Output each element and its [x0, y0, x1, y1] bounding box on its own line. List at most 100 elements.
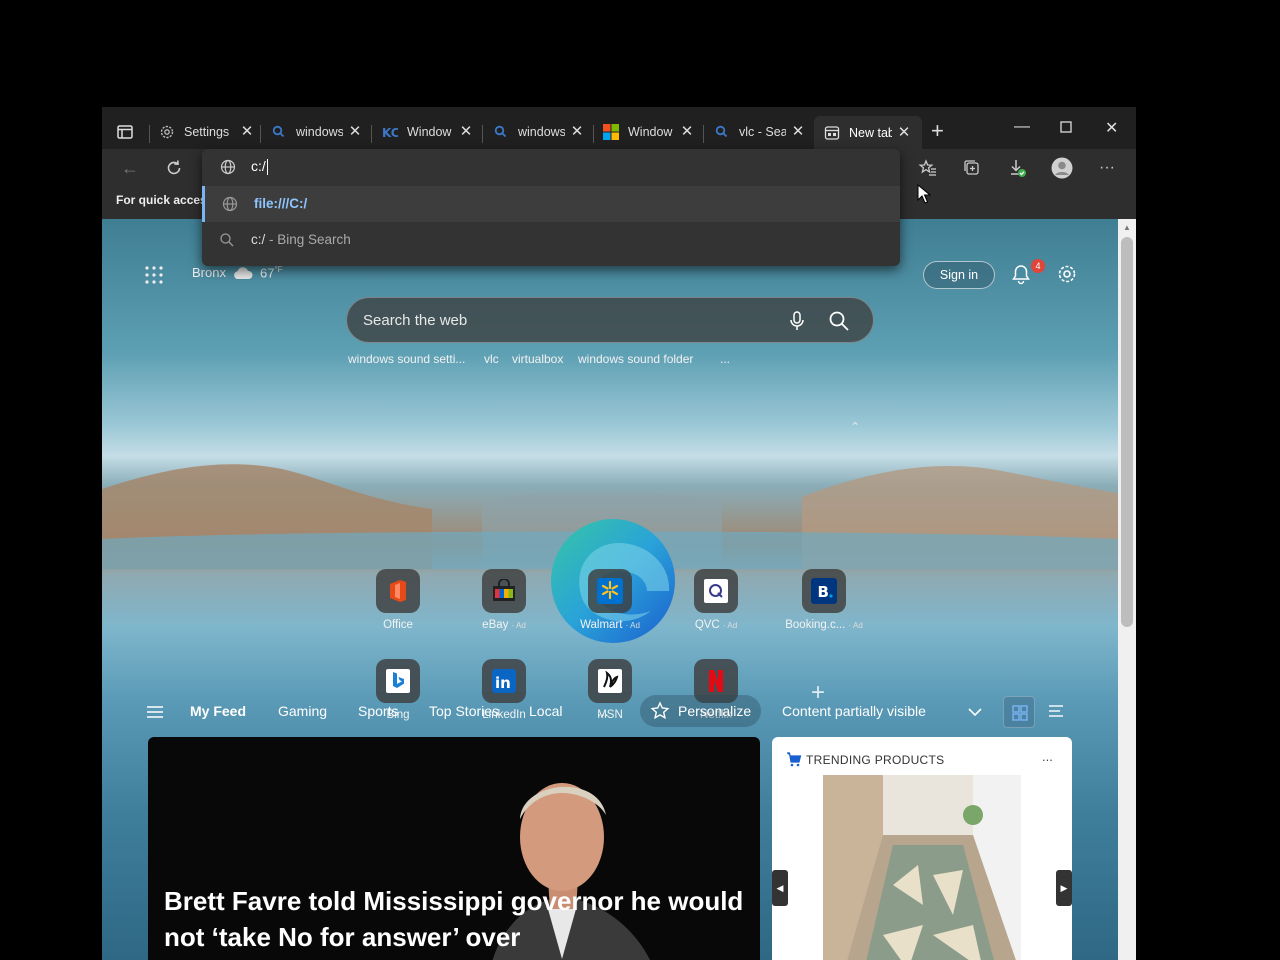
tab-windows-microsoft[interactable]: Window ✕ [603, 120, 695, 144]
tab-windows-search-1[interactable]: windows ✕ [271, 120, 363, 144]
new-tab-page: Bronx 67°F Sign in 4 Search the web wind… [102, 219, 1118, 960]
scrollbar-thumb[interactable] [1121, 237, 1133, 627]
product-image [823, 775, 1021, 960]
tab-strip: Settings ✕ windows ✕ KC Window ✕ windows… [102, 107, 1136, 149]
back-icon[interactable]: ← [119, 157, 141, 179]
trending-search-link[interactable]: windows sound setti... [348, 352, 465, 366]
downloads-icon[interactable] [1006, 157, 1028, 179]
newtab-icon [824, 125, 840, 140]
trending-search-link[interactable]: windows sound folder [578, 352, 693, 366]
grid-view-button[interactable] [1003, 696, 1035, 728]
microphone-icon[interactable] [787, 310, 807, 332]
minimize-icon[interactable]: — [1014, 118, 1030, 136]
text-caret [266, 159, 268, 176]
notification-count-badge: 4 [1031, 259, 1045, 273]
cloud-icon [234, 266, 253, 279]
tab-separator [703, 125, 704, 143]
chevron-down-icon[interactable] [968, 707, 982, 717]
address-bar[interactable]: c:/ file:///C:/ c:/ - Bing Search [202, 149, 900, 266]
weather-widget[interactable]: Bronx 67°F [192, 265, 283, 280]
tab-new-tab[interactable]: New tab ✕ [814, 116, 922, 149]
tab-settings[interactable]: Settings ✕ [159, 120, 255, 144]
tab-vlc-search[interactable]: vlc - Sea ✕ [714, 120, 806, 144]
quicklink-ebay[interactable]: eBay · Ad [459, 569, 549, 631]
feed-tab-local[interactable]: Local [529, 703, 562, 719]
card-more-button[interactable]: ... [1042, 749, 1053, 764]
address-input-row[interactable]: c:/ [202, 149, 900, 185]
tab-title: vlc - Sea [739, 125, 786, 139]
kc-logo-icon: KC [382, 126, 398, 140]
trending-search-link[interactable]: virtualbox [512, 352, 563, 366]
feed-tab-gaming[interactable]: Gaming [278, 703, 327, 719]
hamburger-menu-icon[interactable] [146, 704, 164, 720]
quicklink-qvc[interactable]: QVC · Ad [671, 569, 761, 631]
refresh-icon[interactable] [163, 157, 185, 179]
quicklink-walmart[interactable]: Walmart · Ad [565, 569, 655, 631]
close-tab-icon[interactable]: ✕ [569, 124, 585, 140]
weather-temperature: 67 [259, 265, 275, 281]
ad-label: · Ad [511, 621, 526, 630]
new-tab-button[interactable]: + [931, 120, 944, 142]
favorites-icon[interactable] [917, 157, 939, 179]
suggestion-bing-search[interactable]: c:/ - Bing Search [202, 222, 900, 258]
close-tab-icon[interactable]: ✕ [790, 124, 806, 140]
quicklink-booking[interactable]: B Booking.c... · Ad [776, 569, 872, 631]
gear-icon [160, 125, 174, 139]
apps-launcher-icon[interactable] [144, 265, 164, 285]
page-settings-gear-icon[interactable] [1056, 263, 1078, 285]
carousel-prev-button[interactable]: ◀ [772, 870, 788, 906]
sign-in-button[interactable]: Sign in [923, 261, 995, 289]
more-menu-icon[interactable]: ··· [1096, 157, 1118, 179]
news-card[interactable]: Brett Favre told Mississippi governor he… [148, 737, 760, 960]
feed-tab-top-stories[interactable]: Top Stories [429, 703, 499, 719]
quicklink-label: Office [383, 619, 413, 631]
news-headline[interactable]: Brett Favre told Mississippi governor he… [164, 883, 744, 955]
list-view-button[interactable] [1040, 696, 1072, 728]
trending-more-button[interactable]: ... [720, 352, 730, 366]
feed-more-button[interactable]: ... [597, 703, 609, 719]
tab-windows-search-2[interactable]: windows ✕ [493, 120, 585, 144]
tab-windows-kc[interactable]: KC Window ✕ [382, 120, 474, 144]
address-input-value[interactable]: c:/ [251, 158, 266, 174]
content-visibility-label[interactable]: Content partially visible [782, 703, 926, 719]
scroll-up-arrow-icon[interactable]: ▲ [1123, 223, 1131, 232]
close-tab-icon[interactable]: ✕ [458, 124, 474, 140]
carousel-next-button[interactable]: ▶ [1056, 870, 1072, 906]
trending-products-card[interactable]: TRENDING PRODUCTS ... ◀ ▶ [772, 737, 1072, 960]
feed-tab-sports[interactable]: Sports [358, 703, 398, 719]
globe-icon [222, 196, 238, 212]
search-icon[interactable] [827, 309, 851, 333]
maximize-icon[interactable] [1060, 121, 1072, 133]
ad-label: · Ad [722, 621, 738, 630]
tab-actions-icon[interactable] [114, 121, 136, 143]
tab-title: windows [518, 125, 565, 139]
close-tab-icon[interactable]: ✕ [239, 124, 255, 140]
tab-separator [371, 125, 372, 143]
notifications-bell-icon[interactable] [1010, 263, 1032, 285]
suggestion-file-url[interactable]: file:///C:/ [202, 186, 900, 222]
suggestion-text: file:///C:/ [254, 196, 308, 211]
mouse-cursor-icon [917, 184, 931, 204]
close-tab-icon[interactable]: ✕ [679, 124, 695, 140]
tab-separator [149, 125, 150, 143]
close-tab-icon[interactable]: ✕ [896, 124, 912, 141]
profile-avatar-icon[interactable] [1051, 157, 1073, 179]
trending-search-link[interactable]: vlc [484, 352, 499, 366]
close-tab-icon[interactable]: ✕ [347, 124, 363, 140]
page-scrollbar[interactable]: ▲ [1118, 219, 1136, 960]
search-icon [220, 233, 234, 247]
svg-text:KC: KC [382, 126, 398, 140]
web-search-box[interactable]: Search the web [346, 297, 874, 343]
windows-logo-icon [603, 124, 619, 140]
collapse-chevron-icon[interactable]: ⌄ [850, 419, 860, 433]
booking-logo-icon: B [802, 569, 846, 613]
list-view-icon [1049, 705, 1063, 717]
svg-text:B: B [818, 583, 829, 601]
feed-tab-my-feed[interactable]: My Feed [190, 703, 246, 719]
walmart-logo-icon [588, 569, 632, 613]
collections-icon[interactable] [961, 157, 983, 179]
personalize-button[interactable]: Personalize [640, 695, 762, 727]
close-window-icon[interactable]: ✕ [1105, 118, 1118, 138]
quicklink-office[interactable]: Office [353, 569, 443, 631]
qvc-logo-icon [694, 569, 738, 613]
